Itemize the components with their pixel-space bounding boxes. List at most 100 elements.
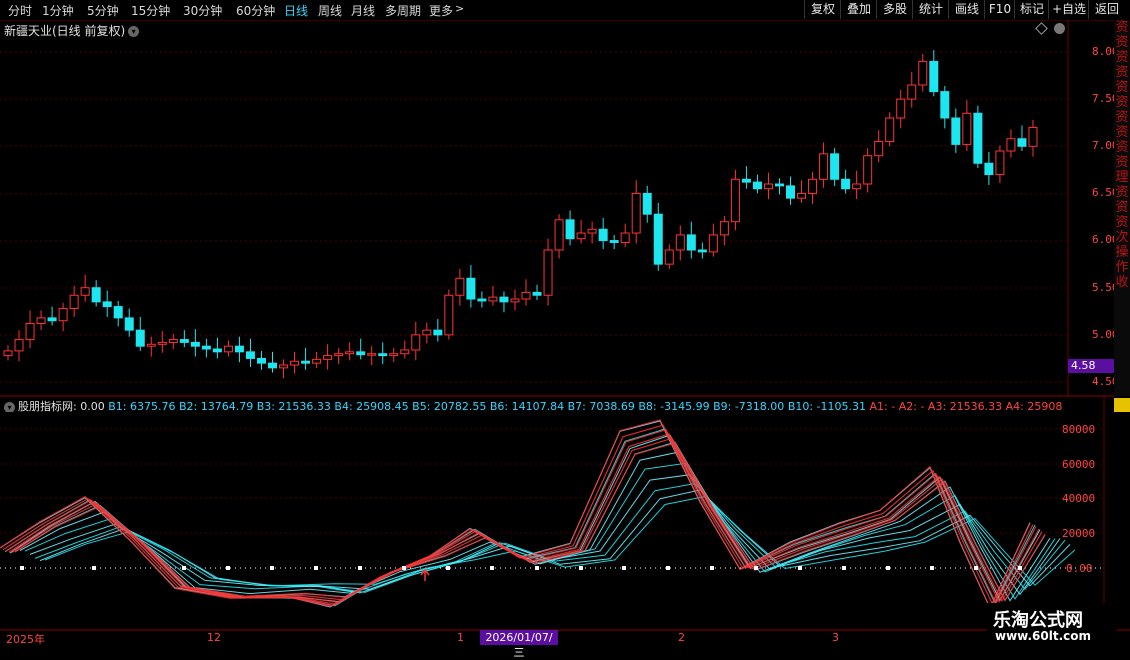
candle-body [477, 298, 487, 302]
candle-body [69, 294, 79, 309]
candle-body [642, 192, 652, 215]
candle-body [113, 306, 123, 319]
indicator-tick: 60000 [1062, 458, 1096, 471]
zero-marker [886, 566, 890, 570]
indicator-line-red [11, 437, 1043, 603]
date-label-year: 2025年 [6, 633, 45, 646]
zero-marker [754, 566, 758, 570]
candle-body [25, 323, 35, 341]
candle-body [752, 181, 762, 190]
zero-marker [314, 566, 318, 570]
candle-body [797, 192, 807, 199]
candle-body [157, 341, 167, 345]
candle-body [488, 296, 498, 302]
indicator-line-cyan [24, 462, 1056, 600]
a3-value: A3: 21536.33 [927, 400, 1003, 412]
indicator-header: ▾ 股朋指标网: 0.00 B1: 6375.76 B2: 13764.79 B3… [0, 398, 1104, 412]
crosshair-date-label: 2026/01/07/三 [480, 630, 558, 659]
candle-body [245, 351, 255, 359]
candle-body [532, 291, 542, 296]
candle-body [565, 219, 575, 240]
candle-body [47, 317, 57, 322]
candle-body [1017, 138, 1027, 147]
candle-body [1028, 126, 1038, 147]
zero-marker [798, 566, 802, 570]
candle-body [609, 240, 619, 243]
candle-body [455, 277, 465, 296]
date-label-jan: 1 [457, 631, 464, 644]
candle-body [841, 178, 851, 190]
watermark-url: www.60lt.com [995, 629, 1092, 643]
candle-body [279, 364, 289, 369]
candle-body [312, 358, 322, 364]
indicator-line-red [14, 442, 1046, 602]
candle-body [940, 91, 950, 119]
candle-body [378, 353, 388, 357]
date-label-feb: 2 [678, 631, 685, 644]
candle-body [223, 345, 233, 353]
candle-body [995, 150, 1005, 176]
date-label-dec: 12 [207, 631, 221, 644]
zero-marker [358, 566, 362, 570]
kline-chart [0, 20, 1130, 631]
candle-body [543, 249, 553, 296]
candle-body [510, 298, 520, 303]
b4-value: B4: 25908.45 [334, 400, 409, 412]
indicator-tick: 80000 [1062, 423, 1096, 436]
indicator-line-cyan [19, 451, 1051, 602]
candle-body [852, 183, 862, 190]
candle-body [367, 353, 377, 356]
candle-body [80, 287, 90, 296]
candle-body [973, 112, 983, 164]
candle-body [598, 228, 608, 242]
candle-body [951, 117, 961, 145]
zero-marker [1018, 566, 1022, 570]
candle-body [763, 183, 773, 190]
a1-value: A1: - [869, 400, 896, 412]
candle-body [14, 339, 24, 352]
candle-body [708, 234, 718, 253]
b6-value: B6: 14107.84 [489, 400, 565, 412]
zero-marker [579, 566, 583, 570]
candle-body [808, 178, 818, 194]
candle-body [212, 348, 222, 353]
candle-body [190, 341, 200, 347]
indicator-name[interactable]: 股朋指标网 [18, 400, 73, 412]
candle-body [984, 162, 994, 176]
b5-value: B5: 20782.55 [412, 400, 487, 412]
indicator-tick: 0.00 [1066, 562, 1093, 575]
candle-body [786, 185, 796, 199]
zero-marker [710, 566, 714, 570]
zero-marker [842, 566, 846, 570]
b1-value: B1: 6375.76 [108, 400, 176, 412]
indicator-badge[interactable] [1114, 398, 1130, 412]
side-info-strip: 资资资资资资资资资资理资资资次操作收 [1114, 20, 1130, 396]
candle-body [290, 360, 300, 366]
candle-body [422, 329, 432, 336]
candle-body [499, 296, 509, 303]
date-label-mar: 3 [832, 631, 839, 644]
b8-value: B8: -3145.99 [638, 400, 710, 412]
candle-body [521, 291, 531, 300]
a2-value: A2: - [898, 400, 925, 412]
candle-body [554, 219, 564, 251]
candle-body [631, 192, 641, 234]
candle-body [146, 343, 156, 347]
candle-body [962, 112, 972, 145]
indicator-value: : 0.00 [73, 400, 105, 412]
candle-body [135, 329, 145, 347]
zero-marker [270, 566, 274, 570]
chevron-down-icon[interactable]: ▾ [4, 401, 15, 412]
candle-body [334, 353, 344, 357]
indicator-line-cyan [14, 441, 1046, 602]
candle-body [874, 141, 884, 157]
candle-body [36, 317, 46, 325]
candle-body [664, 249, 674, 265]
indicator-line-red [5, 429, 1037, 605]
candle-body [234, 345, 244, 353]
zero-marker [535, 566, 539, 570]
zero-marker [402, 566, 406, 570]
indicator-ribbons [0, 419, 1076, 610]
zero-marker [20, 566, 24, 570]
candle-body [653, 213, 663, 265]
